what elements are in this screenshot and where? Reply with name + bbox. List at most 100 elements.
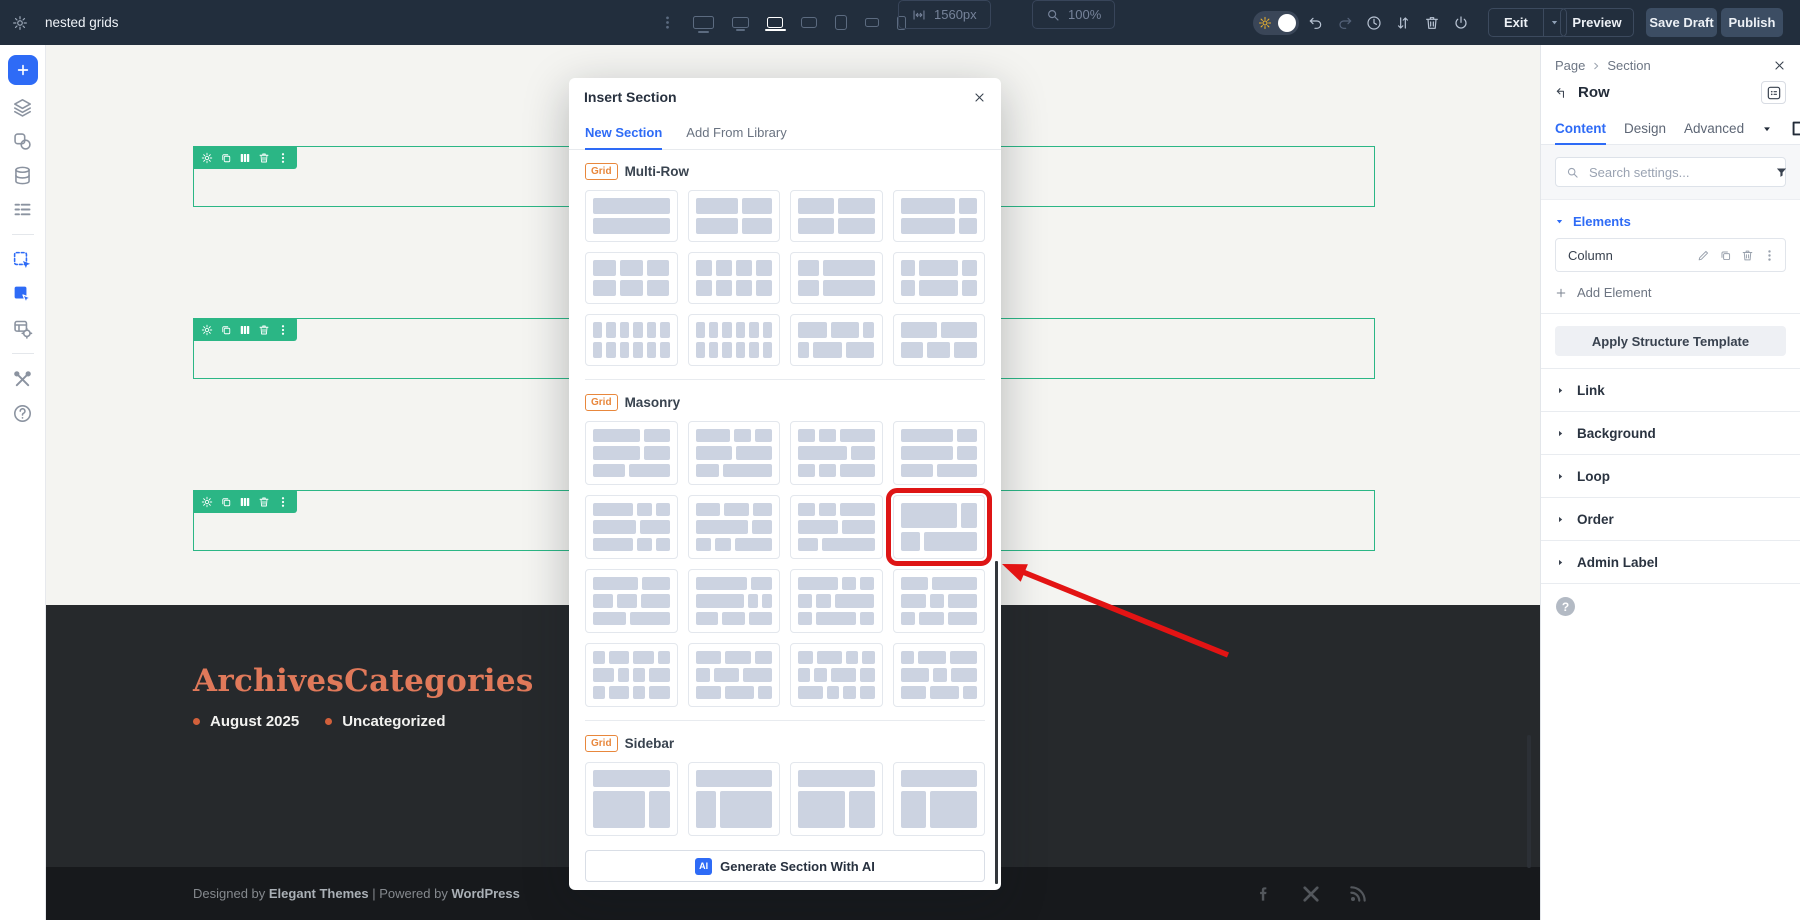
dots-v-icon[interactable] [1763, 249, 1776, 262]
trash-icon[interactable] [1741, 249, 1754, 262]
layout-thumbnail[interactable] [790, 569, 883, 633]
apply-structure-template-button[interactable]: Apply Structure Template [1555, 326, 1786, 356]
add-new-button[interactable] [8, 55, 38, 85]
row-delete-icon[interactable] [258, 496, 270, 508]
layout-thumbnail[interactable] [688, 495, 781, 559]
theme-toggle[interactable] [1253, 11, 1299, 35]
copy-icon[interactable] [1719, 249, 1732, 262]
caret-right-icon[interactable] [1556, 472, 1565, 481]
multi-select-mode-icon[interactable] [11, 282, 35, 306]
breadcrumb-page[interactable]: Page [1555, 58, 1585, 73]
add-element-button[interactable]: Add Element [1541, 272, 1800, 313]
settings-group-link[interactable]: Link [1541, 368, 1800, 411]
caret-right-icon[interactable] [1556, 515, 1565, 524]
element-row-column[interactable]: Column [1555, 238, 1786, 272]
layout-thumbnail[interactable] [893, 314, 986, 366]
row-columns-icon[interactable] [239, 496, 251, 508]
laptop-icon[interactable] [767, 17, 783, 28]
row-duplicate-icon[interactable] [220, 324, 232, 336]
layout-thumbnail[interactable] [893, 569, 986, 633]
power-icon[interactable] [1453, 15, 1469, 31]
row-delete-icon[interactable] [258, 324, 270, 336]
preview-button[interactable]: Preview [1560, 8, 1634, 37]
close-icon[interactable] [973, 91, 986, 104]
footer-link[interactable]: Uncategorized [325, 713, 445, 730]
settings-group-order[interactable]: Order [1541, 497, 1800, 540]
sort-layers-icon[interactable] [1395, 15, 1411, 31]
tab-add-from-library[interactable]: Add From Library [686, 116, 786, 149]
tablet-landscape-icon[interactable] [801, 17, 817, 29]
desktop-large-icon[interactable] [693, 16, 714, 29]
layout-thumbnail[interactable] [790, 252, 883, 304]
builder-settings-gear-icon[interactable] [12, 15, 28, 31]
undo-icon[interactable] [1308, 15, 1324, 31]
breadcrumb-section[interactable]: Section [1607, 58, 1650, 73]
row-columns-icon[interactable] [239, 152, 251, 164]
facebook-icon[interactable] [1254, 884, 1274, 904]
pencil-icon[interactable] [1697, 249, 1710, 262]
generate-section-with-ai-button[interactable]: AIGenerate Section With AI [585, 850, 985, 882]
help-icon[interactable] [11, 401, 35, 425]
table-settings-icon[interactable] [11, 316, 35, 340]
tab-new-section[interactable]: New Section [585, 116, 662, 149]
layout-thumbnail[interactable] [585, 569, 678, 633]
row-settings-icon[interactable] [201, 496, 213, 508]
settings-group-background[interactable]: Background [1541, 411, 1800, 454]
layout-thumbnail[interactable] [585, 421, 678, 485]
design-presets-icon[interactable] [11, 129, 35, 153]
layers-icon[interactable] [11, 95, 35, 119]
caret-right-icon[interactable] [1556, 558, 1565, 567]
trash-icon[interactable] [1424, 15, 1440, 31]
panel-close-icon[interactable] [1773, 59, 1786, 72]
search-settings-input[interactable] [1587, 164, 1767, 181]
canvas-scrollbar[interactable] [1527, 735, 1531, 868]
layout-thumbnail[interactable] [893, 421, 986, 485]
row-columns-icon[interactable] [239, 324, 251, 336]
publish-button[interactable]: Publish [1721, 8, 1783, 37]
elegant-themes-link[interactable]: Elegant Themes [269, 886, 369, 901]
phone-landscape-icon[interactable] [865, 18, 880, 27]
modal-scrollbar[interactable] [995, 561, 998, 884]
caret-right-icon[interactable] [1556, 386, 1565, 395]
tab-content[interactable]: Content [1555, 113, 1606, 144]
layout-thumbnail[interactable] [790, 643, 883, 707]
layout-thumbnail[interactable] [893, 762, 986, 836]
row-duplicate-icon[interactable] [220, 496, 232, 508]
layout-thumbnail[interactable] [585, 643, 678, 707]
caret-right-icon[interactable] [1556, 429, 1565, 438]
database-icon[interactable] [11, 163, 35, 187]
row-delete-icon[interactable] [258, 152, 270, 164]
layout-thumbnail[interactable] [688, 421, 781, 485]
layout-thumbnail[interactable] [585, 190, 678, 242]
layout-thumbnail[interactable] [893, 643, 986, 707]
x-icon[interactable] [1301, 884, 1321, 904]
elements-group-header[interactable]: Elements [1541, 200, 1800, 238]
layout-thumbnail[interactable] [688, 643, 781, 707]
row-more-icon[interactable] [277, 324, 289, 336]
layout-thumbnail[interactable] [585, 252, 678, 304]
element-box-icon[interactable] [1790, 119, 1800, 138]
rss-icon[interactable] [1348, 884, 1368, 904]
layout-thumbnail[interactable] [585, 495, 678, 559]
layout-thumbnail[interactable] [790, 762, 883, 836]
responsive-menu-dots-icon[interactable] [660, 15, 675, 30]
tools-icon[interactable] [11, 367, 35, 391]
tablet-icon[interactable] [835, 15, 847, 30]
wordpress-link[interactable]: WordPress [451, 886, 519, 901]
layout-thumbnail-highlighted[interactable] [893, 495, 986, 559]
layout-thumbnail[interactable] [790, 190, 883, 242]
layout-thumbnail[interactable] [790, 495, 883, 559]
select-mode-icon[interactable] [11, 248, 35, 272]
tabs-caret-icon[interactable] [1762, 124, 1772, 134]
row-settings-icon[interactable] [201, 324, 213, 336]
tab-design[interactable]: Design [1624, 113, 1666, 144]
expand-panel-button[interactable] [1761, 81, 1786, 104]
redo-icon[interactable] [1337, 15, 1353, 31]
layout-thumbnail[interactable] [688, 314, 781, 366]
layout-thumbnail[interactable] [688, 190, 781, 242]
layout-thumbnail[interactable] [893, 252, 986, 304]
tab-advanced[interactable]: Advanced [1684, 113, 1744, 144]
filter-funnel-icon[interactable] [1775, 166, 1788, 179]
layout-thumbnail[interactable] [585, 762, 678, 836]
layout-thumbnail[interactable] [790, 421, 883, 485]
